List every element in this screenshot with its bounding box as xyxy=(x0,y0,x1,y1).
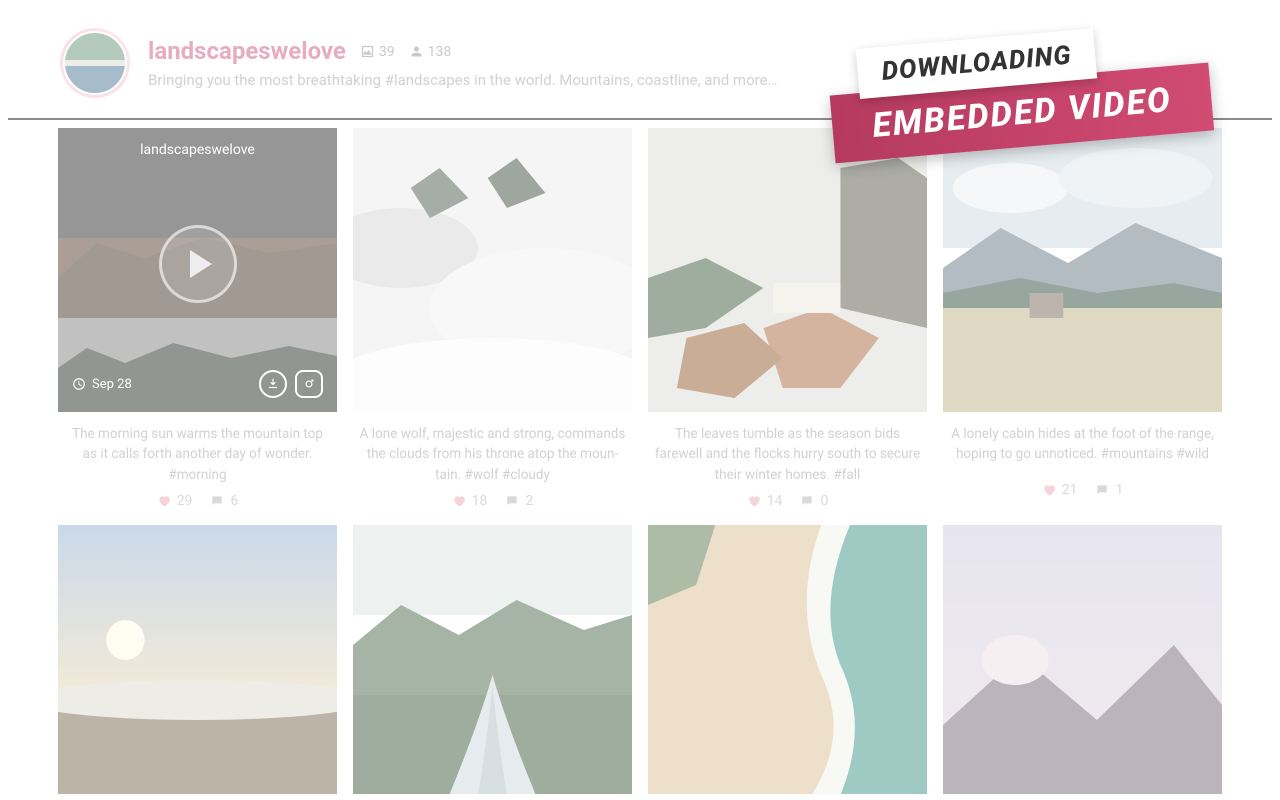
post-card[interactable]: landscapeswelove Sep 28 xyxy=(58,128,337,509)
likes: 18 xyxy=(452,493,488,509)
post-thumbnail[interactable] xyxy=(58,525,337,794)
video-overlay: landscapeswelove Sep 28 xyxy=(58,128,337,412)
comments: 1 xyxy=(1095,482,1123,498)
post-caption: A lone wolf, majestic and strong, comman… xyxy=(353,412,632,493)
download-icon xyxy=(266,377,280,391)
clock-icon xyxy=(72,377,86,391)
heart-icon xyxy=(1042,483,1056,497)
post-stats: 14 0 xyxy=(648,493,927,509)
post-thumbnail[interactable]: landscapeswelove Sep 28 xyxy=(58,128,337,412)
download-button[interactable] xyxy=(259,370,287,398)
comments: 0 xyxy=(800,493,828,509)
comment-icon xyxy=(505,494,519,508)
overlay-username: landscapeswelove xyxy=(72,142,323,158)
post-caption: The morning sun warms the mountain top a… xyxy=(58,412,337,493)
followers-icon xyxy=(409,44,424,59)
post-card[interactable]: A lone wolf, majestic and strong, comman… xyxy=(353,128,632,509)
post-thumbnail[interactable] xyxy=(943,128,1222,412)
heart-icon xyxy=(452,494,466,508)
play-button[interactable] xyxy=(72,158,323,370)
post-card[interactable]: The leaves tumble as the season bids far… xyxy=(648,128,927,509)
post-card[interactable] xyxy=(648,525,927,794)
post-card[interactable] xyxy=(353,525,632,794)
photo-count-stat: 39 xyxy=(360,44,395,60)
photos-icon xyxy=(360,44,375,59)
photo-count: 39 xyxy=(379,44,395,60)
post-thumbnail[interactable] xyxy=(648,525,927,794)
post-thumbnail[interactable] xyxy=(353,525,632,794)
post-thumbnail[interactable] xyxy=(353,128,632,412)
follower-count-stat: 138 xyxy=(409,44,452,60)
avatar[interactable] xyxy=(60,28,130,98)
comment-icon xyxy=(1095,483,1109,497)
username[interactable]: landscapeswelove xyxy=(148,37,346,65)
likes: 21 xyxy=(1042,482,1078,498)
heart-icon xyxy=(157,494,171,508)
post-image xyxy=(58,525,337,794)
likes: 29 xyxy=(157,493,193,509)
post-thumbnail[interactable] xyxy=(648,128,927,412)
post-image xyxy=(648,525,927,794)
post-image xyxy=(353,525,632,794)
post-stats: 21 1 xyxy=(943,482,1222,498)
post-caption: A lonely cabin hides at the foot of the … xyxy=(943,412,1222,482)
post-image xyxy=(943,128,1222,412)
post-image xyxy=(353,128,632,412)
comment-icon xyxy=(800,494,814,508)
post-stats: 29 6 xyxy=(58,493,337,509)
post-card[interactable] xyxy=(943,525,1222,794)
post-caption: The leaves tumble as the season bids far… xyxy=(648,412,927,493)
post-date: Sep 28 xyxy=(72,377,132,392)
instagram-button[interactable] xyxy=(295,370,323,398)
likes: 14 xyxy=(747,493,783,509)
comments: 2 xyxy=(505,493,533,509)
instagram-icon xyxy=(302,377,316,391)
avatar-image xyxy=(63,31,127,95)
comment-icon xyxy=(210,494,224,508)
post-stats: 18 2 xyxy=(353,493,632,509)
heart-icon xyxy=(747,494,761,508)
post-card[interactable] xyxy=(58,525,337,794)
post-image xyxy=(648,128,927,412)
play-icon xyxy=(190,250,212,278)
comments: 6 xyxy=(210,493,238,509)
post-grid: landscapeswelove Sep 28 xyxy=(58,120,1222,794)
post-card[interactable]: A lonely cabin hides at the foot of the … xyxy=(943,128,1222,509)
post-image xyxy=(943,525,1222,794)
follower-count: 138 xyxy=(428,44,452,60)
post-grid-wrapper: landscapeswelove Sep 28 xyxy=(8,118,1272,794)
post-thumbnail[interactable] xyxy=(943,525,1222,794)
